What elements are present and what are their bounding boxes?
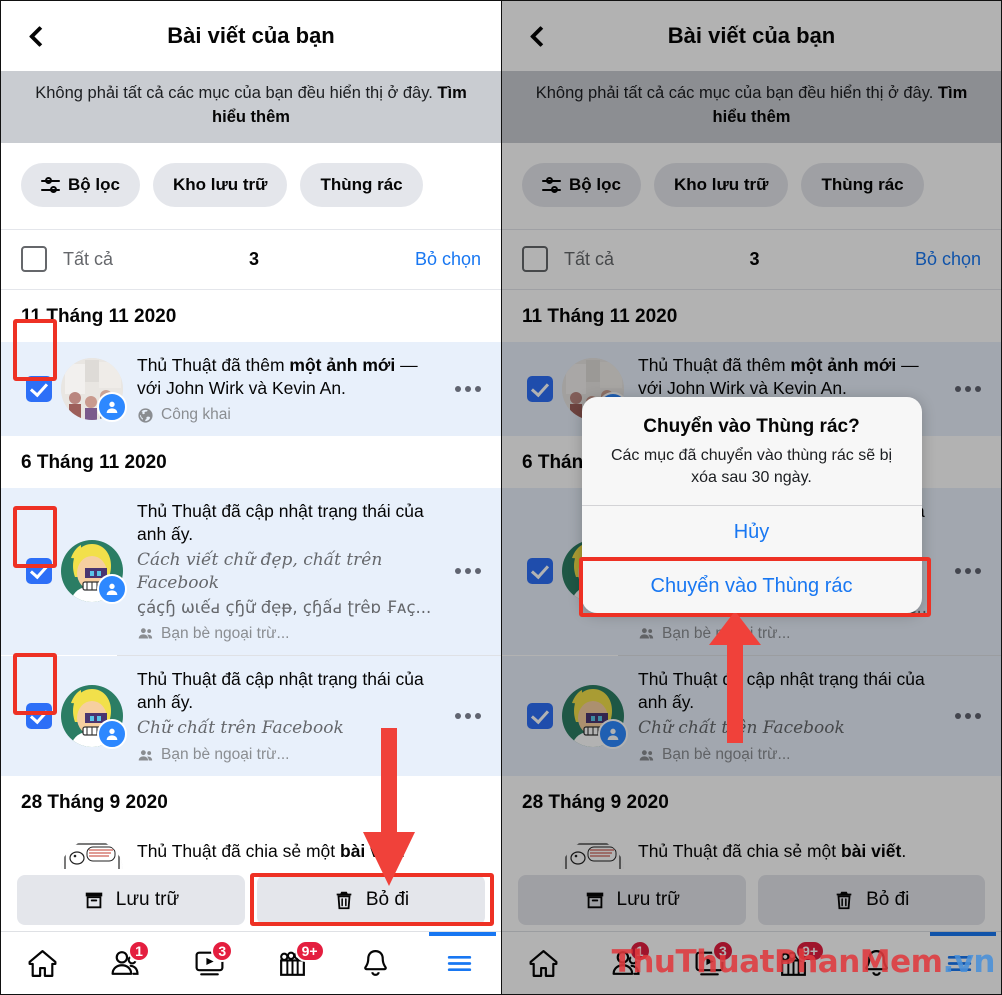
select-all-checkbox[interactable]	[21, 246, 47, 273]
nav-marketplace-badge: 9+	[294, 940, 325, 962]
post-title-pre: Thủ Thuật đã thêm	[137, 354, 290, 375]
post-audience-label: Bạn bè ngoại trừ...	[161, 746, 290, 764]
post-checkbox-checked[interactable]	[26, 703, 52, 730]
post-content: Thủ Thuật đã chia sẻ một bài viết.	[137, 840, 485, 863]
dialog-message: Các mục đã chuyển vào thùng rác sẽ bị xó…	[610, 447, 893, 486]
info-banner: Không phải tất cả các mục của bạn đều hi…	[1, 71, 501, 143]
post-audience: Bạn bè ngoại trừ...	[137, 625, 443, 643]
post-content: Thủ Thuật đã cập nhật trạng thái của anh…	[137, 500, 447, 643]
deselect-button[interactable]: Bỏ chọn	[415, 249, 481, 270]
post-title-bold: bài viết	[340, 841, 401, 862]
post-audience-label: Công khai	[161, 406, 231, 424]
chip-filter[interactable]: Bộ lọc	[21, 162, 140, 207]
discard-button-label: Bỏ đi	[365, 889, 410, 910]
archive-button-label: Lưu trữ	[115, 889, 180, 910]
dialog-cancel-button[interactable]: Hủy	[581, 505, 922, 559]
post-content: Thủ Thuật đã thêm một ảnh mới — với John…	[137, 354, 447, 424]
discard-button[interactable]: Bỏ đi	[257, 875, 485, 925]
post-more-options-button[interactable]	[451, 713, 485, 720]
panel-right-content: Bài viết của bạn Không phải tất cả các m…	[502, 1, 1001, 994]
post-subtitle-script: Chữ chất trên Facebook	[137, 718, 344, 739]
confirm-dialog: Chuyển vào Thùng rác? Các mục đã chuyển …	[581, 397, 922, 614]
panel-left: Bài viết của bạn Không phải tất cả các m…	[0, 0, 501, 995]
profile-badge-icon	[97, 574, 127, 605]
trash-icon	[333, 889, 355, 911]
dialog-confirm-button[interactable]: Chuyển vào Thùng rác	[581, 559, 922, 613]
post-checkbox-cell[interactable]	[17, 703, 61, 730]
post-title-pre: Thủ Thuật đã chia sẻ một	[137, 841, 340, 862]
select-all-bar: Tất cả 3 Bỏ chọn	[1, 229, 501, 290]
post-audience-label: Bạn bè ngoại trừ...	[161, 624, 290, 642]
post-title: Thủ Thuật đã chia sẻ một bài viết.	[137, 840, 481, 863]
friends-icon	[137, 625, 154, 642]
nav-friends[interactable]: 1	[84, 932, 167, 994]
notifications-bell-icon	[359, 947, 392, 980]
chip-archive-label: Kho lưu trữ	[172, 174, 268, 194]
profile-badge-icon	[97, 719, 127, 750]
avatar	[61, 685, 127, 750]
panel-right: Bài viết của bạn Không phải tất cả các m…	[501, 0, 1002, 995]
post-title-bold: một ảnh mới	[289, 354, 396, 375]
back-chevron-icon	[28, 25, 51, 47]
post-checkbox-checked[interactable]	[26, 375, 52, 402]
back-button[interactable]	[9, 8, 65, 64]
friends-icon	[137, 747, 154, 764]
page-title: Bài viết của bạn	[167, 23, 335, 48]
archive-box-icon	[83, 889, 105, 911]
post-audience: Công khai	[137, 406, 443, 424]
post-more-options-button[interactable]	[451, 568, 485, 575]
nav-home[interactable]	[1, 932, 84, 994]
nav-watch-badge: 3	[211, 940, 234, 962]
filter-sliders-icon	[41, 176, 60, 193]
dialog-header: Chuyển vào Thùng rác? Các mục đã chuyển …	[582, 397, 922, 505]
select-all-label: Tất cả	[63, 248, 114, 269]
post-row[interactable]: Thủ Thuật đã cập nhật trạng thái của anh…	[1, 488, 501, 655]
nav-header: Bài viết của bạn	[1, 1, 501, 71]
chip-trash[interactable]: Thùng rác	[300, 162, 423, 207]
action-bar: Lưu trữ Bỏ đi	[1, 869, 501, 931]
archive-button[interactable]: Lưu trữ	[17, 875, 245, 925]
nav-notifications[interactable]	[334, 932, 417, 994]
chip-trash-label: Thùng rác	[320, 174, 403, 194]
post-more-options-button[interactable]	[451, 385, 485, 392]
panel-left-content: Bài viết của bạn Không phải tất cả các m…	[1, 1, 501, 994]
nav-marketplace[interactable]: 9+	[251, 932, 334, 994]
home-icon	[26, 947, 59, 980]
dialog-title: Chuyển vào Thùng rác?	[643, 416, 860, 437]
avatar	[61, 357, 127, 422]
post-title: Thủ Thuật đã cập nhật trạng thái của anh…	[137, 668, 424, 712]
filter-chips-row: Bộ lọc Kho lưu trữ Thùng rác	[1, 142, 501, 230]
chip-filter-label: Bộ lọc	[68, 174, 120, 194]
nav-watch[interactable]: 3	[168, 932, 251, 994]
selected-count: 3	[248, 248, 259, 269]
post-audience: Bạn bè ngoại trừ...	[137, 746, 443, 764]
screenshot-stage: Bài viết của bạn Không phải tất cả các m…	[0, 0, 1002, 995]
post-content: Thủ Thuật đã cập nhật trạng thái của anh…	[137, 668, 447, 764]
post-title: Thủ Thuật đã thêm một ảnh mới — với John…	[137, 354, 443, 400]
post-checkbox-checked[interactable]	[26, 558, 52, 585]
chip-archive[interactable]: Kho lưu trữ	[152, 162, 288, 207]
post-title-post: .	[400, 841, 406, 862]
post-row[interactable]: Thủ Thuật đã cập nhật trạng thái của anh…	[1, 655, 501, 777]
avatar	[61, 540, 127, 605]
bottom-nav: 1 3 9+	[1, 931, 501, 994]
profile-badge-icon	[97, 391, 127, 422]
nav-menu[interactable]	[418, 932, 501, 994]
globe-icon	[137, 407, 154, 424]
post-checkbox-cell[interactable]	[17, 558, 61, 585]
post-subtitle-script: Cách viết chữ đẹp, chất trên Facebook	[137, 550, 383, 594]
date-heading: 11 Tháng 11 2020	[1, 289, 501, 342]
post-subtitle-fancy: çáçɧ ωιếԁ çɧữ đẹᵽ, çɧấԁ ʈrêɒ ₣ᴀç...	[137, 598, 432, 618]
date-heading: 28 Tháng 9 2020	[1, 776, 501, 829]
menu-hamburger-icon	[443, 947, 476, 980]
info-banner-text: Không phải tất cả các mục của bạn đều hi…	[35, 84, 438, 102]
post-title: Thủ Thuật đã cập nhật trạng thái của anh…	[137, 501, 424, 545]
post-row[interactable]: Thủ Thuật đã thêm một ảnh mới — với John…	[1, 341, 501, 437]
date-heading: 6 Tháng 11 2020	[1, 436, 501, 489]
nav-friends-badge: 1	[127, 940, 150, 962]
post-checkbox-cell[interactable]	[17, 375, 61, 402]
